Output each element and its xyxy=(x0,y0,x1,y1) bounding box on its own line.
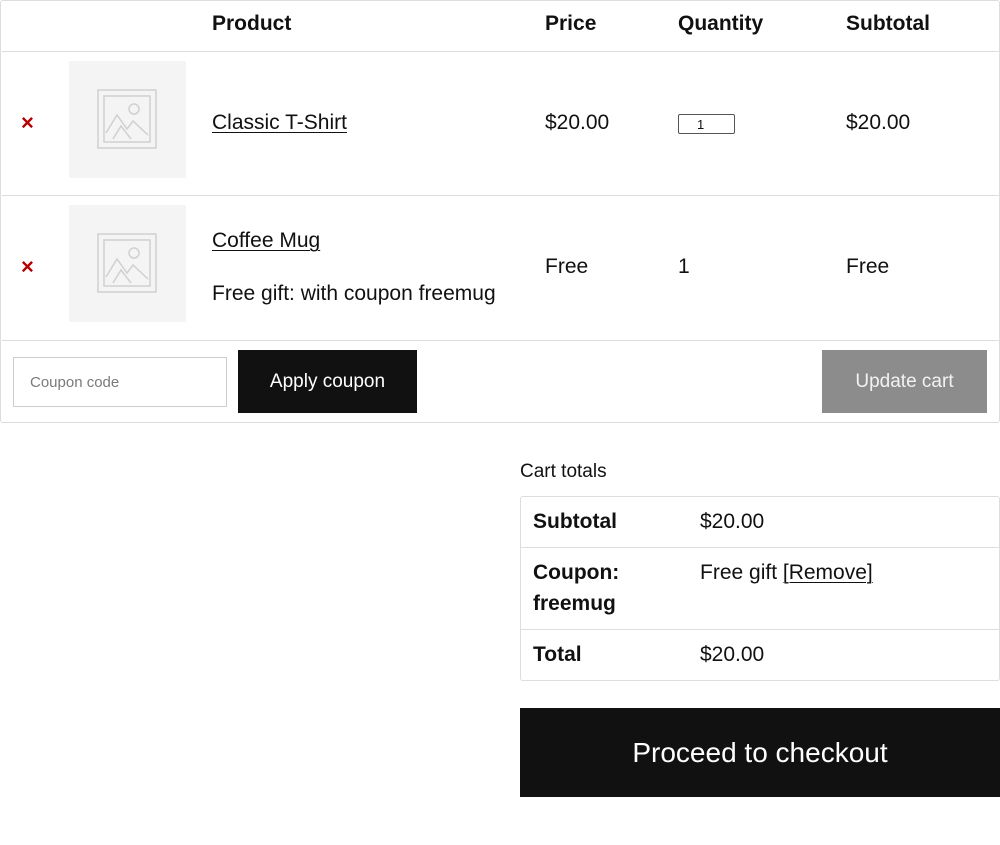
placeholder-image-icon xyxy=(97,89,157,149)
totals-coupon-label: Coupon: xyxy=(533,561,620,584)
coupon-discount-text: Free gift xyxy=(700,561,778,584)
column-header-product: Product xyxy=(212,12,292,35)
product-price: Free xyxy=(545,255,589,278)
proceed-to-checkout-button[interactable]: Proceed to checkout xyxy=(520,708,1000,797)
product-price: $20.00 xyxy=(545,111,610,134)
column-header-subtotal: Subtotal xyxy=(846,12,930,35)
remove-coupon-link[interactable]: [Remove] xyxy=(783,561,873,584)
product-name-link[interactable]: Classic T-Shirt xyxy=(212,111,347,135)
product-thumbnail[interactable] xyxy=(69,205,186,322)
product-thumbnail[interactable] xyxy=(69,61,186,178)
totals-subtotal-value: $20.00 xyxy=(700,510,765,533)
totals-divider xyxy=(521,629,999,630)
cart-totals-title: Cart totals xyxy=(520,461,607,482)
apply-coupon-button[interactable]: Apply coupon xyxy=(238,350,417,413)
product-subtotal: Free xyxy=(846,255,890,278)
quantity-input[interactable] xyxy=(678,114,735,134)
row-divider xyxy=(2,340,1000,341)
product-quantity: 1 xyxy=(678,255,690,278)
totals-subtotal-label: Subtotal xyxy=(533,510,617,533)
product-note: Free gift: with coupon freemug xyxy=(212,282,496,305)
remove-item-icon[interactable]: × xyxy=(21,254,34,280)
coupon-code-input[interactable] xyxy=(13,357,227,407)
placeholder-image-icon xyxy=(97,233,157,293)
table-row: × Coffee Mug Free gift: with coupon free… xyxy=(0,196,1000,339)
column-header-price: Price xyxy=(545,12,597,35)
cart-totals-table: Subtotal $20.00 Coupon: freemug Free gif… xyxy=(520,496,1000,681)
update-cart-button[interactable]: Update cart xyxy=(822,350,987,413)
product-name-link[interactable]: Coffee Mug xyxy=(212,229,320,253)
totals-total-value: $20.00 xyxy=(700,643,765,666)
totals-coupon-value: Free gift [Remove] xyxy=(700,557,873,588)
totals-total-label: Total xyxy=(533,643,582,666)
totals-coupon-code: freemug xyxy=(533,592,616,615)
column-header-quantity: Quantity xyxy=(678,12,764,35)
product-subtotal: $20.00 xyxy=(846,111,911,134)
table-row: × Classic T-Shirt $20.00 $20.00 xyxy=(0,52,1000,194)
remove-item-icon[interactable]: × xyxy=(21,110,34,136)
totals-divider xyxy=(521,547,999,548)
